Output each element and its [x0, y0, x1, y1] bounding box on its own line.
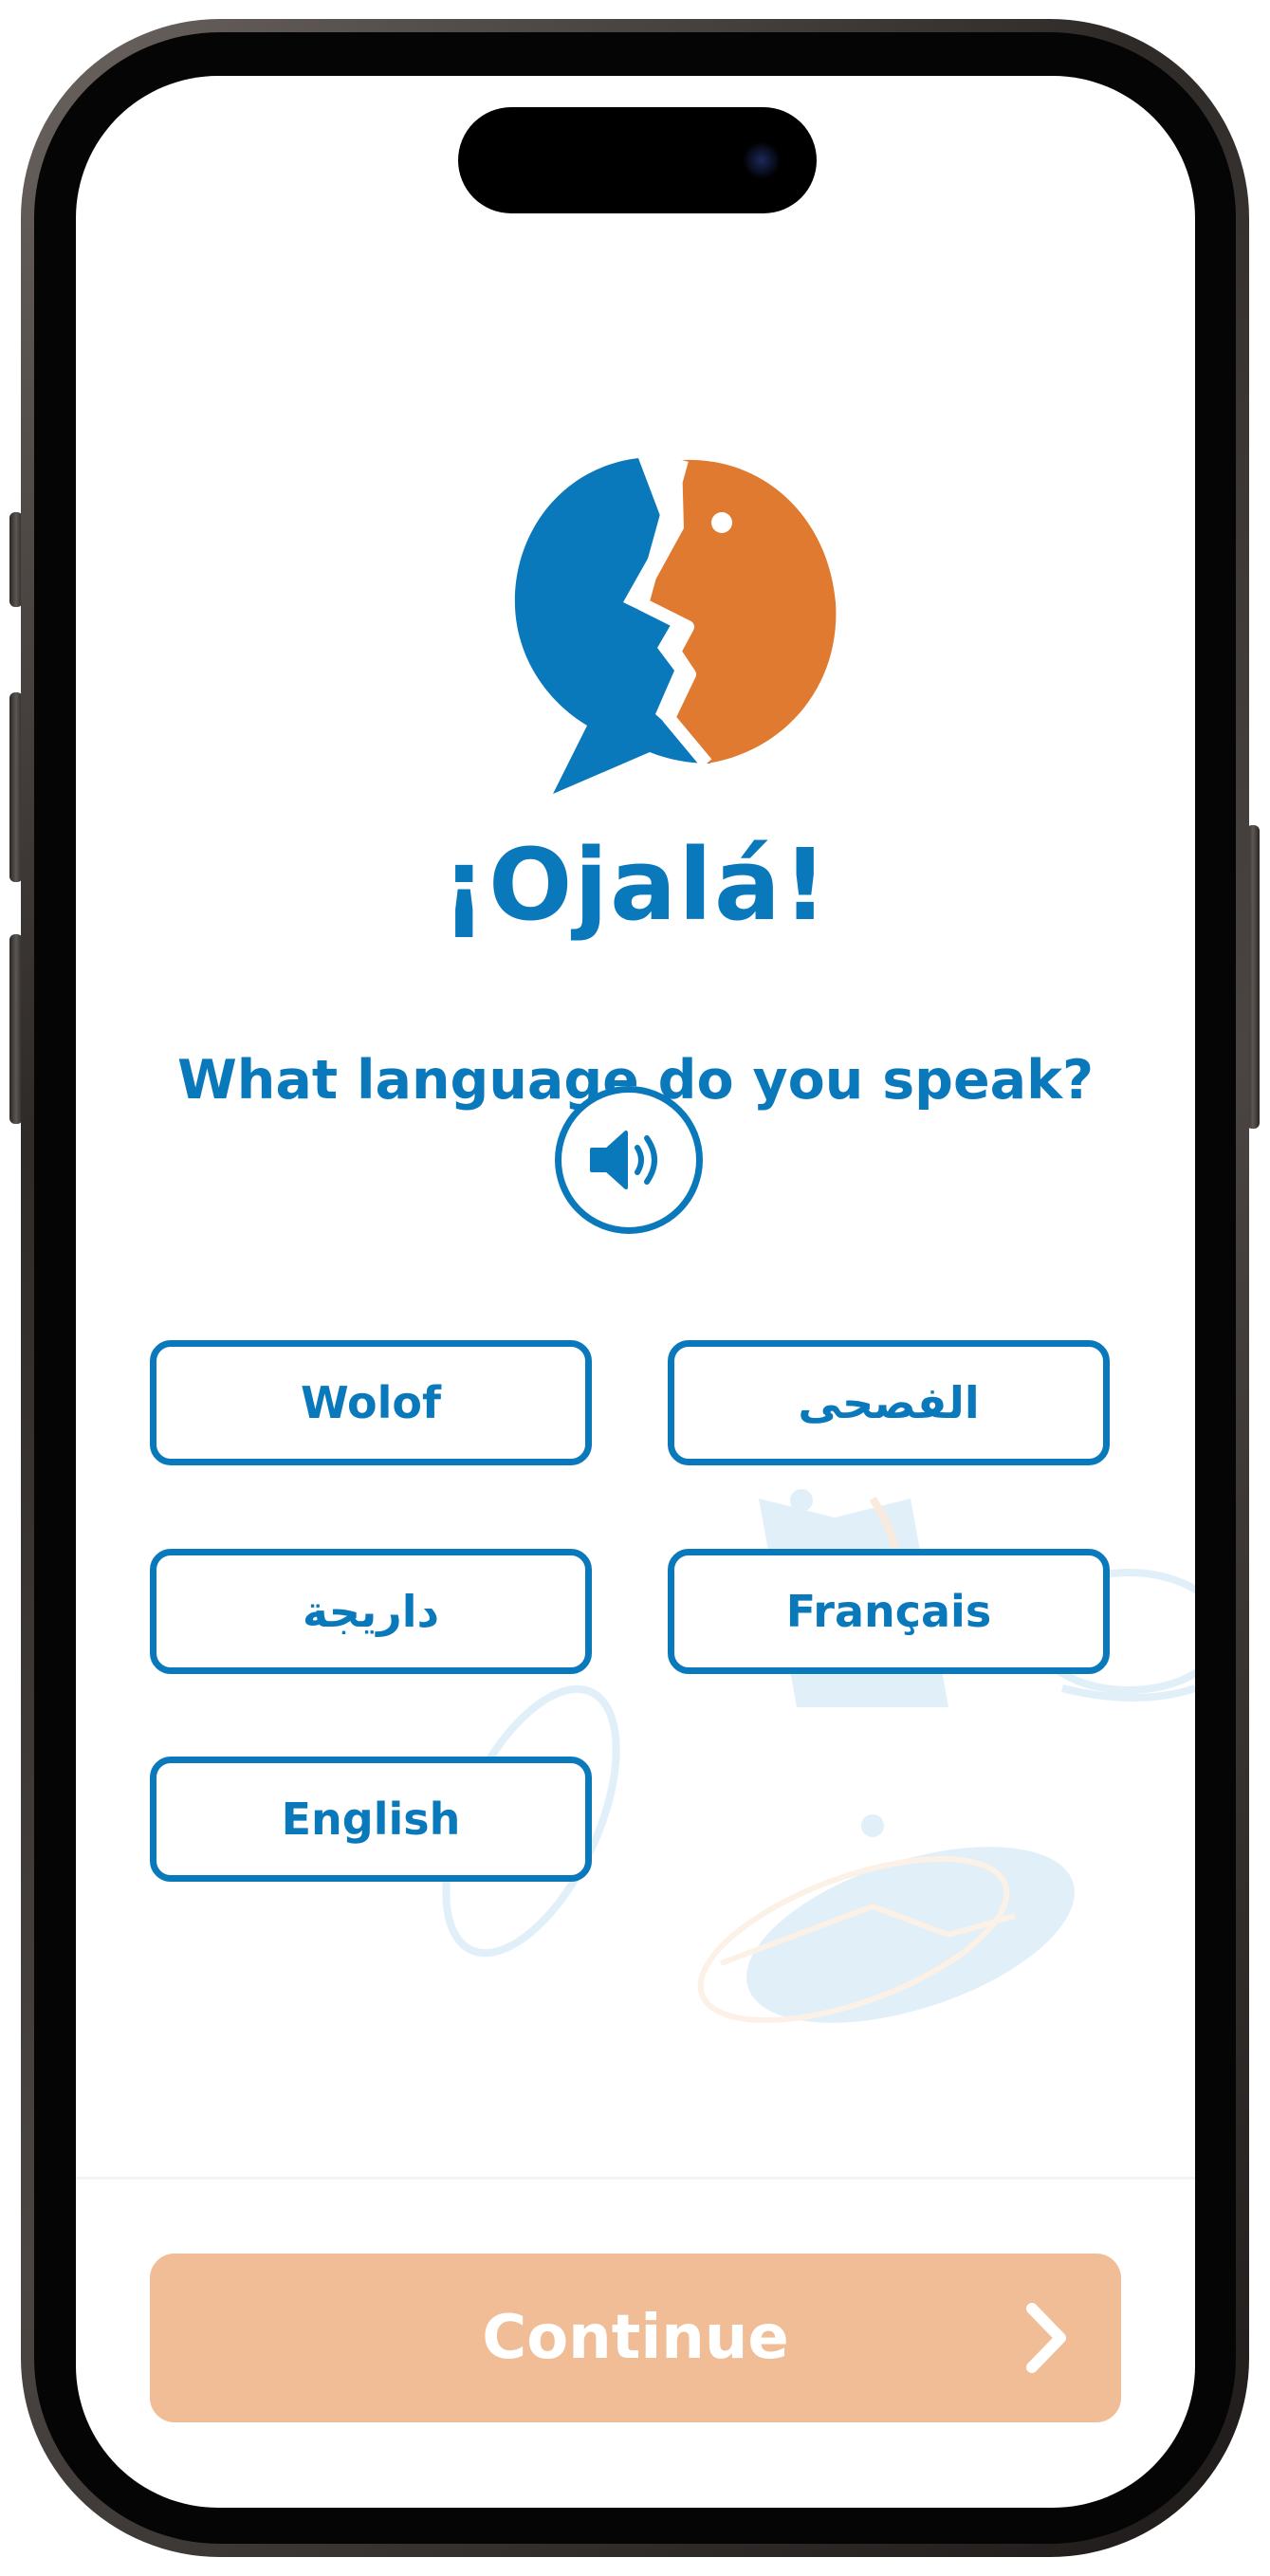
footer-divider [76, 2177, 1195, 2180]
language-option-francais[interactable]: Français [668, 1549, 1110, 1674]
background-illustration [442, 1489, 1195, 2024]
language-option-fusha[interactable]: الفصحى [668, 1340, 1110, 1465]
language-option-english[interactable]: English [150, 1757, 592, 1882]
language-option-darija[interactable]: داريجة [150, 1549, 592, 1674]
language-option-wolof[interactable]: Wolof [150, 1340, 592, 1465]
speaker-icon [590, 1131, 657, 1189]
brand-wordmark: ¡Ojalá! [441, 827, 830, 943]
dynamic-island [458, 107, 817, 213]
continue-button[interactable]: Continue [150, 2254, 1121, 2422]
app-screen: ¡Ojalá! What language do you speak? Wolo… [76, 76, 1195, 2508]
ojala-logo-icon [514, 458, 837, 794]
chevron-right-icon [1026, 2303, 1066, 2373]
play-audio-button[interactable] [555, 1086, 703, 1234]
device-stage: ¡Ojalá! What language do you speak? Wolo… [0, 0, 1270, 2576]
camera-icon [743, 141, 781, 179]
continue-label: Continue [482, 2303, 789, 2373]
